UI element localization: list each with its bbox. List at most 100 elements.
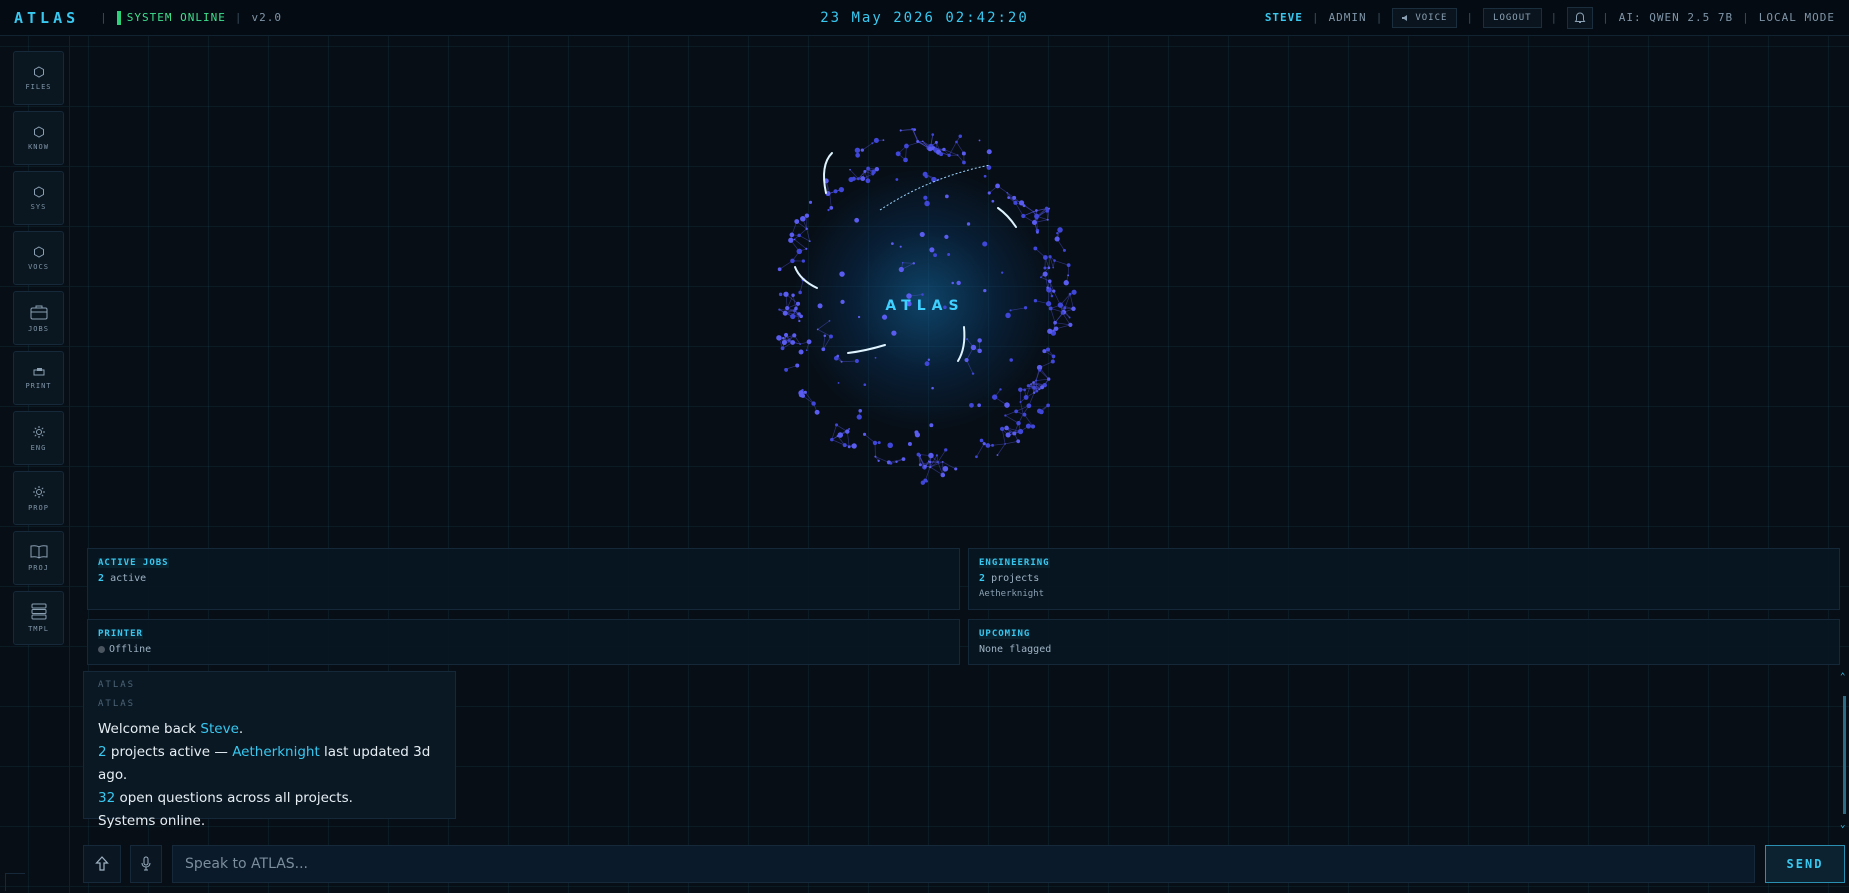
project-link[interactable]: Aetherknight xyxy=(232,744,320,760)
orb-particle xyxy=(830,437,834,442)
orb-particle xyxy=(1038,409,1044,415)
orb-particle xyxy=(966,222,971,226)
orb-particle xyxy=(912,262,916,265)
sidebar-item-proj[interactable]: PROJ xyxy=(13,531,64,585)
orb-particle xyxy=(927,460,930,463)
chat-scrollbar[interactable]: ⌃ ⌄ xyxy=(1840,672,1848,832)
microphone-button[interactable] xyxy=(130,845,162,883)
gear-icon xyxy=(32,425,45,438)
orb-link xyxy=(1005,415,1019,424)
sidebar-item-print[interactable]: PRINT xyxy=(13,351,64,405)
orb-particle xyxy=(955,140,958,144)
sidebar-item-label: FILES xyxy=(25,82,52,91)
questions-count: 32 xyxy=(98,790,116,806)
systems-status-text: Systems online. xyxy=(98,813,206,829)
upload-button[interactable] xyxy=(83,845,121,883)
orb-particle xyxy=(877,441,881,445)
active-jobs-card[interactable]: ACTIVE JOBS 2 active xyxy=(87,548,960,610)
sidebar-item-prop[interactable]: PROP xyxy=(13,471,64,525)
orb-particle xyxy=(1023,388,1026,392)
sidebar-item-jobs[interactable]: JOBS xyxy=(13,291,64,345)
orb-particle xyxy=(991,443,994,447)
orb-arc xyxy=(957,326,966,362)
chat-input[interactable] xyxy=(172,845,1755,883)
orb-particle xyxy=(983,174,987,178)
orb-particle xyxy=(833,189,838,194)
orb-particle xyxy=(907,442,912,447)
orb-arc xyxy=(847,344,886,354)
orb-particle xyxy=(836,435,839,437)
sidebar-item-tmpl[interactable]: TMPL xyxy=(13,591,64,645)
orb-particle xyxy=(933,253,937,258)
sidebar-item-files[interactable]: FILES xyxy=(13,51,64,105)
chevron-down-icon[interactable]: ⌄ xyxy=(1840,820,1845,830)
orb-particle xyxy=(1035,216,1039,220)
orb-particle xyxy=(1071,289,1077,295)
orb-link xyxy=(956,141,965,154)
orb-particle xyxy=(1035,389,1039,393)
active-jobs-count: 2 xyxy=(98,573,105,584)
orb-particle xyxy=(871,142,874,145)
orb-particle xyxy=(1051,354,1056,359)
orb-particle xyxy=(805,247,808,250)
orb-particle xyxy=(899,129,902,132)
orb-particle xyxy=(923,464,927,468)
orb-particle xyxy=(854,359,859,363)
orb-particle xyxy=(982,241,988,247)
orb-particle xyxy=(924,174,928,179)
orb-particle xyxy=(863,432,867,436)
orb-particle xyxy=(999,426,1005,431)
orb-particle xyxy=(947,253,951,257)
orb-particle xyxy=(977,348,982,354)
orb-particle xyxy=(877,459,880,462)
engineering-card[interactable]: ENGINEERING 2 projects Aetherknight xyxy=(968,548,1840,610)
orb-particle xyxy=(848,427,851,430)
orb-particle xyxy=(1031,219,1037,226)
orb-particle xyxy=(914,430,919,435)
orb-particle xyxy=(935,454,939,457)
orb-particle xyxy=(1032,391,1036,394)
sidebar-item-know[interactable]: KNOW xyxy=(13,111,64,165)
orb-particle xyxy=(901,261,904,264)
orb-particle xyxy=(1005,432,1011,438)
orb-particle xyxy=(855,152,861,158)
orb-particle xyxy=(808,200,813,204)
layers-icon xyxy=(31,603,46,620)
topbar-right: STEVE | ADMIN | VOICE | LOGOUT | | AI: Q… xyxy=(1265,6,1835,29)
user-name[interactable]: STEVE xyxy=(1265,11,1303,24)
orb-particle xyxy=(866,166,870,171)
orb-particle xyxy=(784,368,789,372)
orb-particle xyxy=(798,290,802,295)
orb-particle xyxy=(863,170,867,173)
orb-particle xyxy=(1048,255,1052,259)
upcoming-text: None flagged xyxy=(979,644,1052,655)
orb-link xyxy=(1039,369,1049,380)
orb-particle xyxy=(828,319,831,322)
sidebar-item-vocs[interactable]: VOCS xyxy=(13,231,64,285)
sidebar-item-sys[interactable]: SYS xyxy=(13,171,64,225)
sidebar-item-eng[interactable]: ENG xyxy=(13,411,64,465)
scrollbar-thumb[interactable] xyxy=(1843,696,1846,814)
notifications-button[interactable] xyxy=(1567,6,1594,29)
atlas-orb[interactable]: ATLAS xyxy=(740,115,1110,495)
orb-particle xyxy=(1043,266,1047,270)
orb-particle xyxy=(944,448,948,452)
orb-particle xyxy=(1036,230,1039,234)
hexagon-icon xyxy=(33,185,44,198)
orb-particle xyxy=(790,340,796,345)
printer-card[interactable]: PRINTER Offline xyxy=(87,619,960,665)
orb-particle xyxy=(899,245,902,248)
voice-button[interactable]: VOICE xyxy=(1392,7,1458,28)
logout-button[interactable]: LOGOUT xyxy=(1483,7,1542,28)
upcoming-card[interactable]: UPCOMING None flagged xyxy=(968,619,1840,665)
orb-particle xyxy=(847,445,851,449)
send-button[interactable]: SEND xyxy=(1765,845,1845,883)
chevron-up-icon[interactable]: ⌃ xyxy=(1840,672,1845,682)
orb-particle xyxy=(871,172,875,176)
orb-particle xyxy=(923,195,928,200)
orb-particle xyxy=(805,227,808,231)
orb-particle xyxy=(827,208,830,212)
orb-particle xyxy=(837,382,840,384)
orb-particle xyxy=(803,390,807,394)
orb-particle xyxy=(823,334,827,338)
